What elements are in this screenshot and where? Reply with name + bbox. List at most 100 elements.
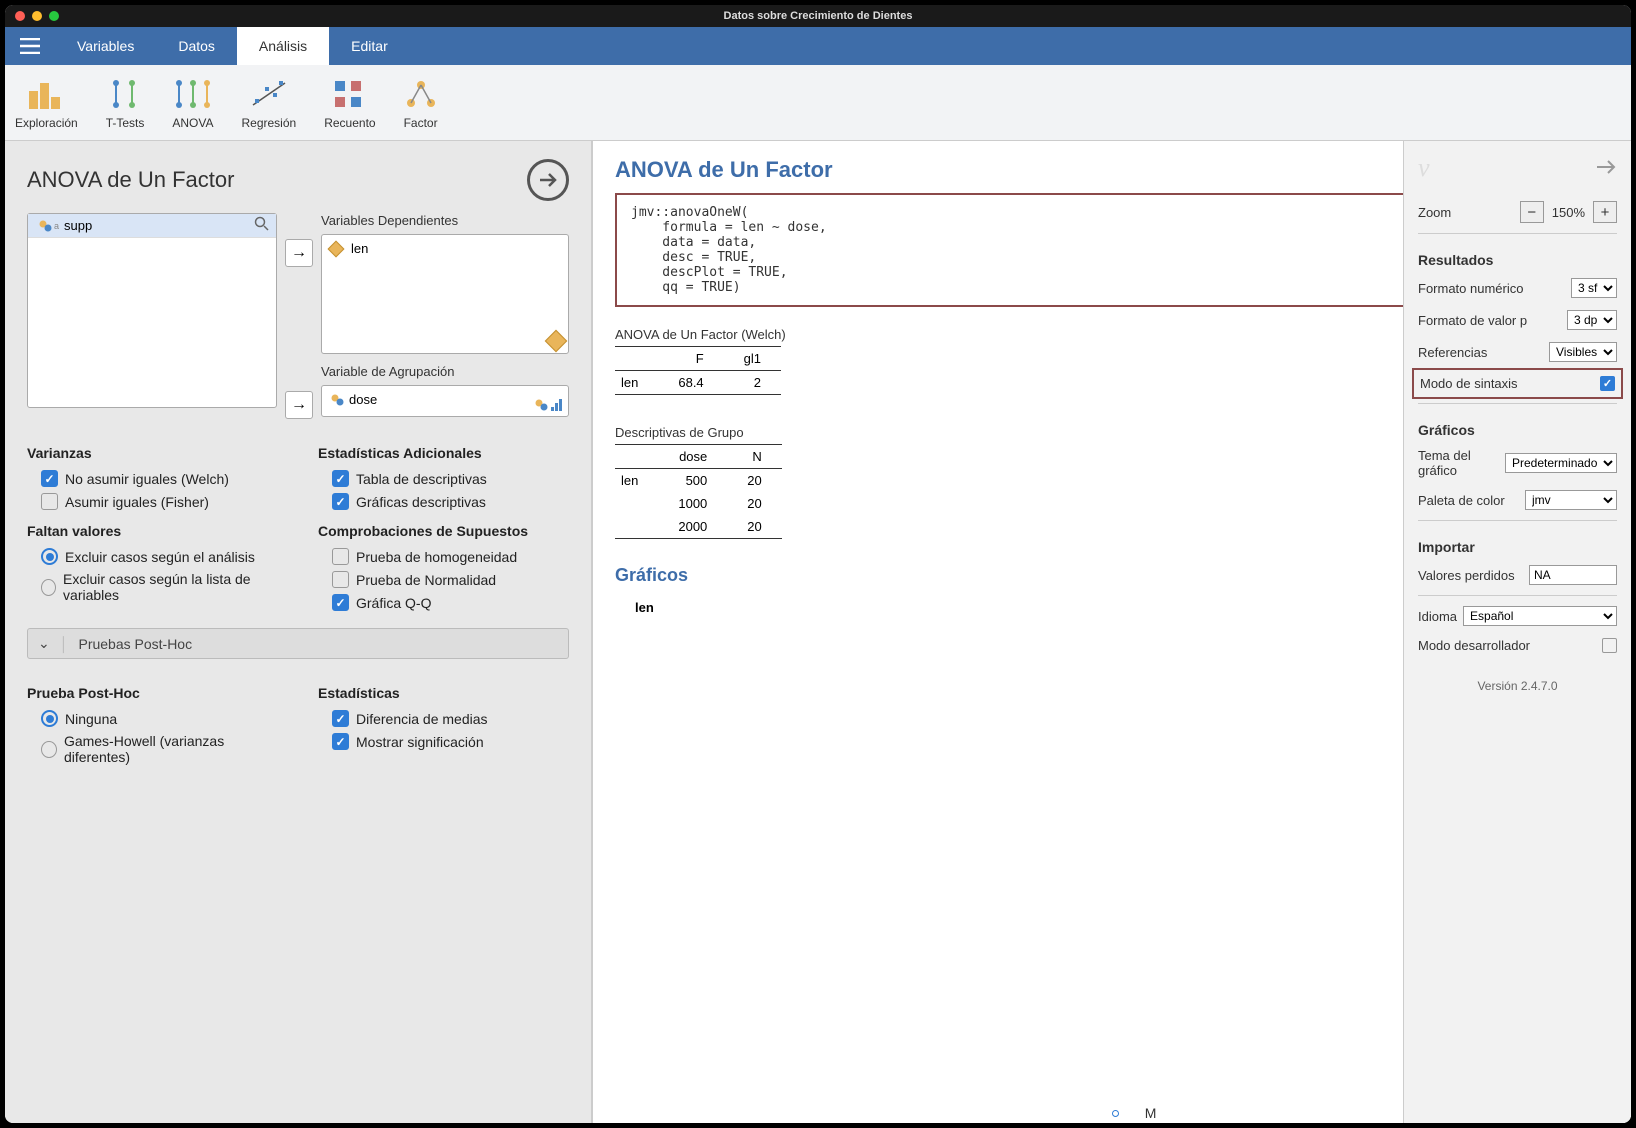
- missing-heading: Faltan valores: [27, 523, 278, 539]
- descriptives-table: doseN len50020 100020 200020: [615, 444, 782, 539]
- sb-import-heading: Importar: [1418, 529, 1617, 555]
- anova-table: Fgl1 len68.42: [615, 346, 781, 395]
- syntax-mode-checkbox[interactable]: [1600, 376, 1615, 391]
- frequency-icon: [333, 76, 367, 112]
- ttest-icon: [108, 76, 142, 112]
- type-hint-icon: [545, 330, 568, 353]
- zoom-in-button[interactable]: +: [1593, 201, 1617, 223]
- zoom-value: 150%: [1548, 205, 1589, 220]
- ribbon-label: Recuento: [324, 116, 375, 130]
- numfmt-label: Formato numérico: [1418, 281, 1523, 296]
- search-icon[interactable]: [254, 216, 270, 235]
- ribbon-label: ANOVA: [172, 116, 213, 130]
- ribbon-regresion[interactable]: Regresión: [242, 76, 297, 130]
- posthoc-heading: Prueba Post-Hoc: [27, 685, 278, 701]
- nominal-hint-icon: [534, 398, 548, 412]
- options-panel: ANOVA de Un Factor a supp: [5, 141, 593, 1123]
- zoom-out-button[interactable]: −: [1520, 201, 1544, 223]
- pfmt-label: Formato de valor p: [1418, 313, 1527, 328]
- stats-heading: Estadísticas: [318, 685, 569, 701]
- posthoc-collapse[interactable]: ⌄ │ Pruebas Post-Hoc: [27, 628, 569, 659]
- ribbon-factor[interactable]: Factor: [404, 76, 438, 130]
- radio-posthoc-none[interactable]: Ninguna: [27, 707, 278, 730]
- collapse-options-button[interactable]: [527, 159, 569, 201]
- connector-dot: [1112, 1110, 1119, 1117]
- palette-label: Paleta de color: [1418, 493, 1505, 508]
- content-area: ANOVA de Un Factor a supp: [5, 141, 1631, 1123]
- nominal-icon: [38, 219, 52, 233]
- refs-select[interactable]: Visibles: [1549, 342, 1617, 362]
- ribbon-recuento[interactable]: Recuento: [324, 76, 375, 130]
- ribbon-ttests[interactable]: T-Tests: [106, 76, 145, 130]
- missing-label: Valores perdidos: [1418, 568, 1515, 583]
- tab-analisis[interactable]: Análisis: [237, 27, 329, 65]
- radio-posthoc-gh[interactable]: Games-Howell (varianzas diferentes): [27, 730, 278, 768]
- variable-item-dose[interactable]: dose: [326, 390, 564, 409]
- ordinal-hint-icon: [550, 398, 564, 412]
- app-window: Datos sobre Crecimiento de Dientes Varia…: [5, 5, 1631, 1123]
- lang-label: Idioma: [1418, 609, 1457, 624]
- zoom-label: Zoom: [1418, 205, 1451, 220]
- factor-icon: [404, 76, 438, 112]
- palette-select[interactable]: jmv: [1525, 490, 1617, 510]
- analysis-title: ANOVA de Un Factor: [27, 167, 234, 193]
- dev-mode-label: Modo desarrollador: [1418, 638, 1530, 653]
- connector-label: M: [1145, 1105, 1157, 1121]
- traffic-lights: [15, 11, 59, 21]
- bar-chart-icon: [26, 76, 66, 112]
- assumptions-heading: Comprobaciones de Supuestos: [318, 523, 569, 539]
- move-to-dependent-button[interactable]: →: [285, 239, 313, 267]
- close-window-icon[interactable]: [15, 11, 25, 21]
- window-title: Datos sobre Crecimiento de Dientes: [5, 10, 1631, 22]
- ribbon-anova[interactable]: ANOVA: [172, 76, 213, 130]
- grouping-var-label: Variable de Agrupación: [321, 364, 569, 379]
- checkbox-desc-table[interactable]: Tabla de descriptivas: [318, 467, 569, 490]
- checkbox-desc-plot[interactable]: Gráficas descriptivas: [318, 490, 569, 513]
- tab-editar[interactable]: Editar: [329, 27, 410, 65]
- ribbon-label: Regresión: [242, 116, 297, 130]
- checkbox-significance[interactable]: Mostrar significación: [318, 730, 569, 753]
- addstats-heading: Estadísticas Adicionales: [318, 445, 569, 461]
- variances-heading: Varianzas: [27, 445, 278, 461]
- checkbox-welch[interactable]: No asumir iguales (Welch): [27, 467, 278, 490]
- numfmt-select[interactable]: 3 sf: [1571, 278, 1617, 298]
- regression-icon: [249, 76, 289, 112]
- dev-mode-checkbox[interactable]: [1602, 638, 1617, 653]
- checkbox-qq[interactable]: Gráfica Q-Q: [318, 591, 569, 614]
- missing-input[interactable]: [1529, 565, 1617, 585]
- refs-label: Referencias: [1418, 345, 1487, 360]
- checkbox-fisher[interactable]: Asumir iguales (Fisher): [27, 490, 278, 513]
- maximize-window-icon[interactable]: [49, 11, 59, 21]
- move-to-grouping-button[interactable]: →: [285, 391, 313, 419]
- grouping-var-box[interactable]: dose: [321, 385, 569, 417]
- variable-item-supp[interactable]: a supp: [34, 216, 96, 235]
- checkbox-meandiff[interactable]: Diferencia de medias: [318, 707, 569, 730]
- dependent-vars-label: Variables Dependientes: [321, 213, 569, 228]
- ribbon: Exploración T-Tests ANOVA Regresión Recu…: [5, 65, 1631, 141]
- continuous-icon: [328, 240, 345, 257]
- ribbon-exploracion[interactable]: Exploración: [15, 76, 78, 130]
- radio-per-analysis[interactable]: Excluir casos según el análisis: [27, 545, 278, 568]
- tab-variables[interactable]: Variables: [55, 27, 156, 65]
- sb-results-heading: Resultados: [1418, 242, 1617, 268]
- minimize-window-icon[interactable]: [32, 11, 42, 21]
- hamburger-menu-icon[interactable]: [5, 27, 55, 65]
- pfmt-select[interactable]: 3 dp: [1567, 310, 1617, 330]
- theme-select[interactable]: Predeterminado: [1505, 453, 1617, 473]
- variable-item-len[interactable]: len: [326, 239, 564, 258]
- ribbon-label: T-Tests: [106, 116, 145, 130]
- chevron-down-icon: ⌄: [38, 635, 50, 652]
- checkbox-homogeneity[interactable]: Prueba de homogeneidad: [318, 545, 569, 568]
- tab-datos[interactable]: Datos: [156, 27, 237, 65]
- theme-label: Tema del gráfico: [1418, 448, 1505, 478]
- lang-select[interactable]: Español: [1463, 606, 1617, 626]
- checkbox-normality[interactable]: Prueba de Normalidad: [318, 568, 569, 591]
- radio-listwise[interactable]: Excluir casos según la lista de variable…: [27, 568, 278, 606]
- anova-icon: [173, 76, 213, 112]
- dependent-vars-box[interactable]: len: [321, 234, 569, 354]
- collapse-sidebar-icon[interactable]: [1595, 159, 1617, 178]
- source-variable-list[interactable]: a supp: [27, 213, 277, 408]
- settings-sidebar: ν Zoom − 150% + Resultados Formato numér…: [1403, 141, 1631, 1123]
- sb-plots-heading: Gráficos: [1418, 412, 1617, 438]
- syntax-mode-label: Modo de sintaxis: [1420, 376, 1518, 391]
